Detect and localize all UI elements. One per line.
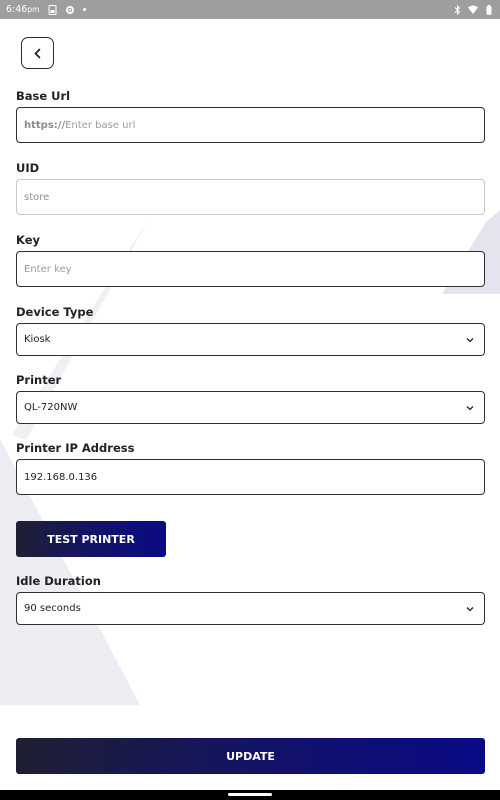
idle-duration-value: 90 seconds [24, 603, 81, 614]
update-button[interactable]: UPDATE [16, 738, 485, 774]
uid-input[interactable]: store [16, 179, 485, 215]
notification-dot-icon [83, 8, 87, 11]
status-time-suffix: pm [27, 5, 40, 14]
printer-value: QL-720NW [24, 402, 78, 413]
idle-duration-label: Idle Duration [16, 574, 101, 588]
idle-duration-select[interactable]: 90 seconds [16, 592, 485, 625]
key-input[interactable]: Enter key [16, 251, 485, 287]
base-url-prefix: https:// [24, 119, 66, 131]
key-placeholder: Enter key [24, 263, 72, 275]
sim-icon [47, 4, 57, 15]
chevron-down-icon [466, 404, 474, 412]
gear-icon [65, 5, 75, 15]
uid-label: UID [16, 161, 40, 175]
base-url-input[interactable]: https:// Enter base url [16, 107, 485, 143]
base-url-placeholder: Enter base url [65, 119, 136, 131]
key-label: Key [16, 233, 41, 247]
uid-value: store [24, 191, 50, 203]
printer-ip-input[interactable]: 192.168.0.136 [16, 459, 485, 495]
status-bar: 6:46pm [0, 0, 500, 19]
back-button[interactable] [21, 37, 54, 69]
test-printer-button[interactable]: TEST PRINTER [16, 521, 166, 557]
navigation-bar [0, 790, 500, 800]
device-type-label: Device Type [16, 305, 94, 319]
printer-label: Printer [16, 373, 62, 387]
device-type-value: Kiosk [24, 334, 51, 345]
chevron-down-icon [466, 605, 474, 613]
printer-select[interactable]: QL-720NW [16, 391, 485, 424]
chevron-left-icon [33, 48, 42, 59]
bluetooth-icon [452, 4, 462, 15]
status-time: 6:46pm [6, 4, 40, 15]
base-url-label: Base Url [16, 89, 71, 103]
device-type-select[interactable]: Kiosk [16, 323, 485, 356]
battery-icon [484, 4, 494, 15]
printer-ip-label: Printer IP Address [16, 441, 135, 455]
chevron-down-icon [466, 336, 474, 344]
home-handle[interactable] [228, 793, 272, 796]
wifi-icon [468, 5, 478, 15]
printer-ip-value: 192.168.0.136 [24, 471, 98, 483]
